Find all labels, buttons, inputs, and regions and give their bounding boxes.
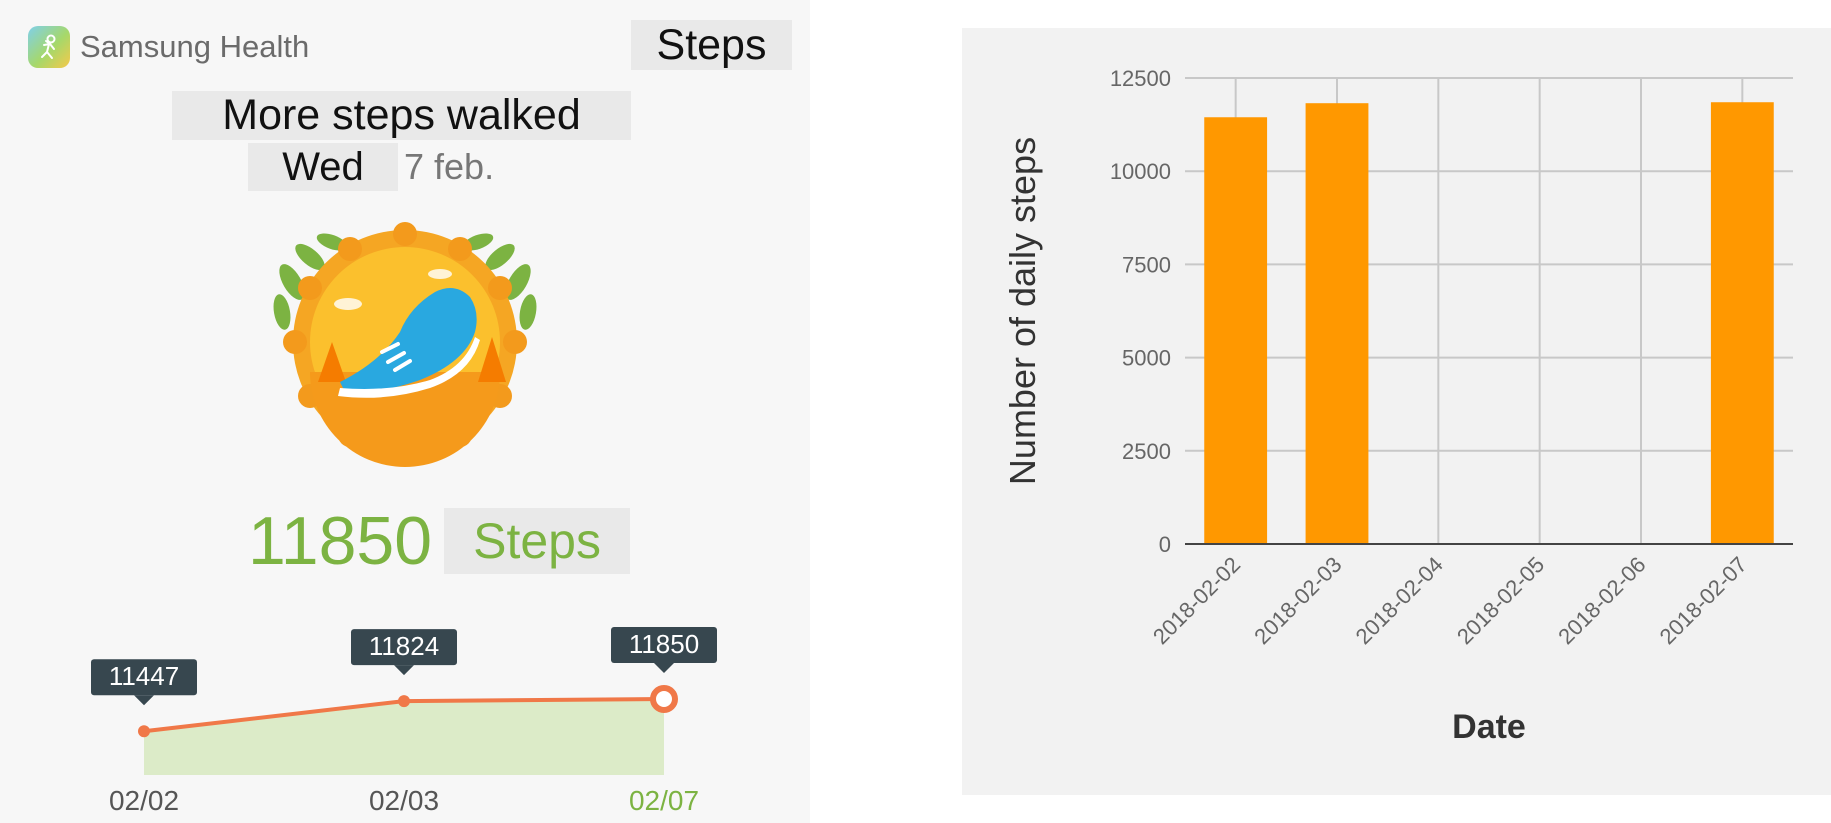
bar-2018-02-03[interactable] [1305,103,1369,544]
steps-trend-chart: 11447 02/02 11824 02/03 11850 02/07 [91,627,717,816]
sneaker-medal-icon [273,222,537,467]
achievement-headline: More steps walked [172,91,631,140]
step-count-unit: Steps [444,508,631,574]
achievement-date: 7 feb. [404,146,495,187]
step-count-value: 11850 [248,503,433,579]
y-tick-label: 12500 [1110,66,1171,91]
trend-point[interactable] [138,725,150,738]
trend-date-label: 02/07 [629,785,699,816]
achievement-date-row: Wed 7 feb. [248,143,494,191]
trend-point-current[interactable] [650,685,678,713]
x-tick-label: 2018-02-02 [1148,552,1245,649]
bar-2018-02-02[interactable] [1204,117,1268,545]
trend-value-label: 11850 [629,629,699,659]
x-tick-label: 2018-02-06 [1553,552,1650,649]
samsung-health-logo-icon [28,26,70,68]
y-axis-title: Number of daily steps [1002,137,1043,485]
samsung-health-panel: Samsung Health Steps More steps walked W… [0,0,810,823]
y-tick-label: 5000 [1122,346,1171,371]
page-title: Steps [631,20,792,70]
app-header: Samsung Health [28,26,309,68]
trend-value-label: 11447 [109,661,179,691]
x-axis-title: Date [1452,708,1526,746]
trend-value-tooltip: 11824 [351,629,457,676]
app-name: Samsung Health [80,29,310,64]
step-count-row: 11850 Steps [248,502,631,580]
x-tick-label: 2018-02-03 [1249,552,1346,649]
y-tick-label: 0 [1159,532,1171,557]
trend-value-tooltip: 11850 [611,627,717,673]
x-tick-label: 2018-02-07 [1655,552,1752,649]
x-tick-label: 2018-02-04 [1351,552,1448,649]
trend-area [144,699,664,775]
bar-2018-02-07[interactable] [1710,102,1774,545]
y-tick-label: 10000 [1110,159,1171,184]
y-tick-label: 7500 [1122,252,1171,277]
x-tick-label: 2018-02-05 [1452,552,1549,649]
daily-steps-bar-chart: 025005000750010000125002018-02-02 2018-02… [1002,66,1793,746]
y-tick-label: 2500 [1122,439,1171,464]
achievement-weekday: Wed [248,143,398,191]
trend-value-tooltip: 11447 [91,659,197,706]
daily-steps-chart-panel: 0 2500 5000 7500 10000 12500 2018-02-02 2018-02… [962,28,1831,795]
trend-point[interactable] [398,695,410,708]
trend-value-label: 11824 [369,631,439,661]
trend-date-label: 02/02 [109,785,179,816]
trend-date-label: 02/03 [369,785,439,816]
